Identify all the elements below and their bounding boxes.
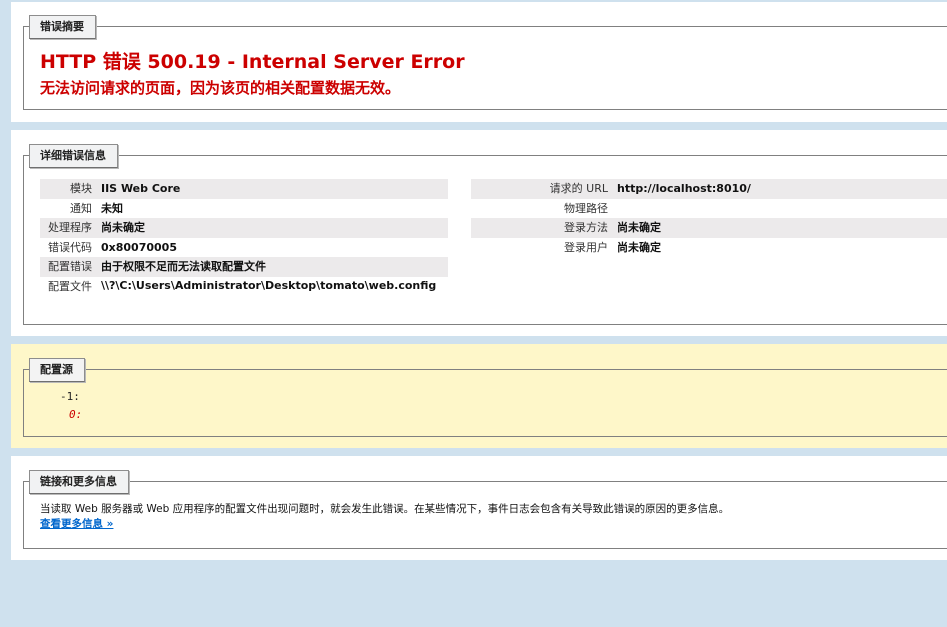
detail-label: 配置错误	[48, 260, 92, 273]
detail-value: 0x80070005	[101, 240, 177, 254]
detail-value: \\?\C:\Users\Administrator\Desktop\tomat…	[101, 278, 437, 292]
detail-label: 物理路径	[564, 201, 608, 215]
config-source-panel: 配置源 -1: 0:	[11, 344, 947, 448]
config-line-minus-one: -1:	[60, 390, 80, 403]
detail-label: 模块	[70, 182, 92, 195]
details-panel: 详细错误信息 模块 IIS Web Core 通知 未知 处理程序 尚未确定 错…	[11, 130, 947, 336]
detail-row-config-file: 配置文件 \\?\C:\Users\Administrator\Desktop\…	[40, 277, 448, 297]
detail-row-requested-url: 请求的 URL http://localhost:8010/	[471, 179, 947, 199]
more-info-fieldset: 链接和更多信息 当读取 Web 服务器或 Web 应用程序的配置文件出现问题时，…	[23, 470, 947, 549]
detail-value: 尚未确定	[101, 221, 145, 234]
config-source-legend: 配置源	[29, 358, 85, 382]
detail-value: 尚未确定	[617, 240, 661, 254]
view-more-info-link[interactable]: 查看更多信息 »	[40, 516, 113, 531]
detail-label: 配置文件	[48, 279, 92, 293]
detail-row-handler: 处理程序 尚未确定	[40, 218, 448, 238]
detail-value: 尚未确定	[617, 221, 661, 234]
detail-row-logon-user: 登录用户 尚未确定	[471, 238, 947, 258]
detail-row-logon-method: 登录方法 尚未确定	[471, 218, 947, 238]
summary-panel: 错误摘要 HTTP 错误 500.19 - Internal Server Er…	[11, 2, 947, 122]
detail-label: 登录方法	[564, 221, 608, 234]
detail-value: 未知	[101, 201, 123, 215]
more-info-panel: 链接和更多信息 当读取 Web 服务器或 Web 应用程序的配置文件出现问题时，…	[11, 456, 947, 560]
config-line-zero: 0:	[69, 408, 83, 421]
more-info-legend: 链接和更多信息	[29, 470, 129, 494]
details-legend: 详细错误信息	[29, 144, 118, 168]
detail-label: 登录用户	[564, 240, 608, 254]
detail-label: 通知	[70, 201, 92, 215]
detail-row-module: 模块 IIS Web Core	[40, 179, 448, 199]
detail-value: http://localhost:8010/	[617, 182, 751, 195]
config-source-fieldset: 配置源 -1: 0:	[23, 358, 947, 437]
error-subtitle: 无法访问请求的页面，因为该页的相关配置数据无效。	[40, 79, 401, 97]
details-left-table: 模块 IIS Web Core 通知 未知 处理程序 尚未确定 错误代码 0x8…	[40, 179, 448, 296]
detail-row-config-error: 配置错误 由于权限不足而无法读取配置文件	[40, 257, 448, 277]
detail-row-physical-path: 物理路径	[471, 199, 947, 219]
more-info-text: 当读取 Web 服务器或 Web 应用程序的配置文件出现问题时，就会发生此错误。…	[40, 503, 730, 515]
detail-label: 请求的 URL	[549, 182, 608, 195]
detail-label: 处理程序	[48, 221, 92, 234]
summary-legend: 错误摘要	[29, 15, 96, 39]
details-right-table: 请求的 URL http://localhost:8010/ 物理路径 登录方法…	[471, 179, 947, 257]
config-source-lines: -1: 0:	[60, 388, 82, 424]
detail-value: IIS Web Core	[101, 182, 181, 195]
detail-row-error-code: 错误代码 0x80070005	[40, 238, 448, 258]
detail-label: 错误代码	[48, 240, 92, 254]
summary-fieldset: 错误摘要 HTTP 错误 500.19 - Internal Server Er…	[23, 15, 947, 110]
detail-value: 由于权限不足而无法读取配置文件	[101, 260, 266, 273]
error-title: HTTP 错误 500.19 - Internal Server Error	[40, 51, 465, 73]
detail-row-notification: 通知 未知	[40, 199, 448, 219]
error-page: 错误摘要 HTTP 错误 500.19 - Internal Server Er…	[0, 0, 947, 627]
details-fieldset: 详细错误信息 模块 IIS Web Core 通知 未知 处理程序 尚未确定 错…	[23, 144, 947, 325]
